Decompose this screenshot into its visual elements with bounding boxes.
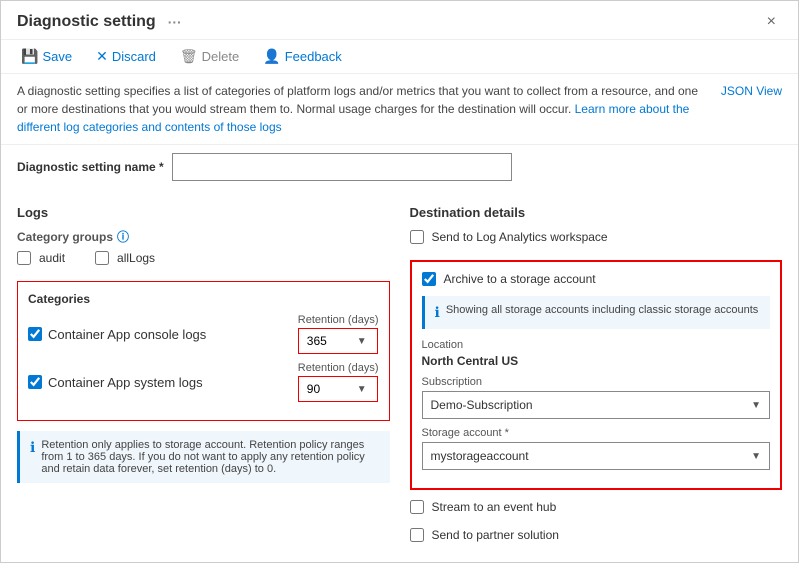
categories-title: Categories [28,292,379,306]
log-analytics-label: Send to Log Analytics workspace [432,230,608,244]
storage-account-label: Storage account * [422,427,771,439]
diag-name-row: Diagnostic setting name * [17,153,782,181]
retention-input-wrap-2: ▼ [298,376,378,402]
console-logs-checkbox[interactable] [28,327,42,341]
system-logs-label: Container App system logs [48,375,203,390]
delete-button[interactable]: 🗑 Delete [176,46,243,67]
alllogs-checkbox-row: allLogs [95,251,155,265]
location-value: North Central US [422,354,771,368]
event-hub-checkbox[interactable] [410,500,424,514]
audit-checkbox[interactable] [17,251,31,265]
discard-icon: ✕ [96,48,108,65]
category-groups-info-icon: ⓘ [117,228,129,245]
description-bar: A diagnostic setting specifies a list of… [1,74,798,145]
delete-icon: 🗑 [180,48,198,65]
retention-input-wrap-1: ▼ [298,328,378,354]
location-field: Location North Central US [422,339,771,368]
partner-solution-checkbox[interactable] [410,528,424,542]
feedback-label: Feedback [285,49,342,64]
dialog-ellipsis: ··· [168,14,182,30]
logs-info-text: Retention only applies to storage accoun… [41,439,379,475]
storage-account-dropdown[interactable]: mystorageaccount ▼ [422,442,771,470]
diag-name-input[interactable] [172,153,512,181]
subscription-dropdown[interactable]: Demo-Subscription ▼ [422,391,771,419]
subscription-field: Subscription Demo-Subscription ▼ [422,376,771,419]
system-logs-checkbox[interactable] [28,375,42,389]
category-row-1: Container App console logs Retention (da… [28,314,379,354]
close-button[interactable]: × [761,11,782,33]
archive-checkbox[interactable] [422,272,436,286]
toolbar: 💾 Save ✕ Discard 🗑 Delete 👤 Feedback [1,40,798,74]
feedback-button[interactable]: 👤 Feedback [259,46,346,67]
storage-account-chevron: ▼ [751,451,761,462]
diag-name-label: Diagnostic setting name * [17,160,164,174]
retention-col-1: Retention (days) ▼ [298,314,379,354]
discard-button[interactable]: ✕ Discard [92,46,160,67]
delete-label: Delete [202,49,240,64]
save-icon: 💾 [21,48,38,65]
logs-section-title: Logs [17,205,390,220]
save-label: Save [42,49,72,64]
partner-solution-label: Send to partner solution [432,528,559,542]
audit-label: audit [39,251,65,265]
dialog-title-text: Diagnostic setting [17,13,156,31]
diagnostic-setting-dialog: Diagnostic setting ··· × 💾 Save ✕ Discar… [0,0,799,563]
category-left-1: Container App console logs [28,327,206,342]
discard-label: Discard [112,49,156,64]
log-analytics-checkbox[interactable] [410,230,424,244]
retention-input-1[interactable] [307,334,357,348]
audit-checkbox-row: audit [17,251,65,265]
retention-label-2: Retention (days) [298,362,379,374]
category-row-2: Container App system logs Retention (day… [28,362,379,402]
archive-info-icon: ℹ [435,304,440,321]
storage-account-field: Storage account * mystorageaccount ▼ [422,427,771,470]
destination-title: Destination details [410,205,783,220]
retention-chevron-2: ▼ [357,384,367,395]
retention-chevron-1: ▼ [357,336,367,347]
category-groups-subtitle: Category groups ⓘ [17,228,390,245]
alllogs-label: allLogs [117,251,155,265]
retention-col-2: Retention (days) ▼ [298,362,379,402]
category-groups-label: Category groups [17,230,113,244]
archive-info-box: ℹ Showing all storage accounts including… [422,296,771,329]
subscription-value: Demo-Subscription [431,398,533,412]
archive-box: Archive to a storage account ℹ Showing a… [410,260,783,490]
log-analytics-option: Send to Log Analytics workspace [410,230,783,244]
console-logs-label: Container App console logs [48,327,206,342]
dialog-title: Diagnostic setting ··· [17,13,182,31]
feedback-icon: 👤 [263,48,280,65]
description-text: A diagnostic setting specifies a list of… [17,82,721,136]
categories-box: Categories Container App console logs Re… [17,281,390,421]
location-label: Location [422,339,771,351]
logs-info-box: ℹ Retention only applies to storage acco… [17,431,390,483]
subscription-chevron: ▼ [751,400,761,411]
save-button[interactable]: 💾 Save [17,46,76,67]
archive-option: Archive to a storage account [422,272,771,286]
dialog-header: Diagnostic setting ··· × [1,1,798,40]
logs-info-icon: ℹ [30,439,35,475]
alllogs-checkbox[interactable] [95,251,109,265]
archive-label: Archive to a storage account [444,272,596,286]
left-panel: Logs Category groups ⓘ audit allLogs Cat… [17,205,390,550]
retention-input-2[interactable] [307,382,357,396]
subscription-label: Subscription [422,376,771,388]
retention-label-1: Retention (days) [298,314,379,326]
event-hub-label: Stream to an event hub [432,500,557,514]
event-hub-option: Stream to an event hub [410,500,783,514]
partner-solution-option: Send to partner solution [410,528,783,542]
right-panel: Destination details Send to Log Analytic… [410,205,783,550]
category-left-2: Container App system logs [28,375,203,390]
json-view-link[interactable]: JSON View [721,82,782,100]
main-content: Logs Category groups ⓘ audit allLogs Cat… [1,193,798,562]
archive-info-text: Showing all storage accounts including c… [446,304,758,321]
storage-account-value: mystorageaccount [431,449,529,463]
